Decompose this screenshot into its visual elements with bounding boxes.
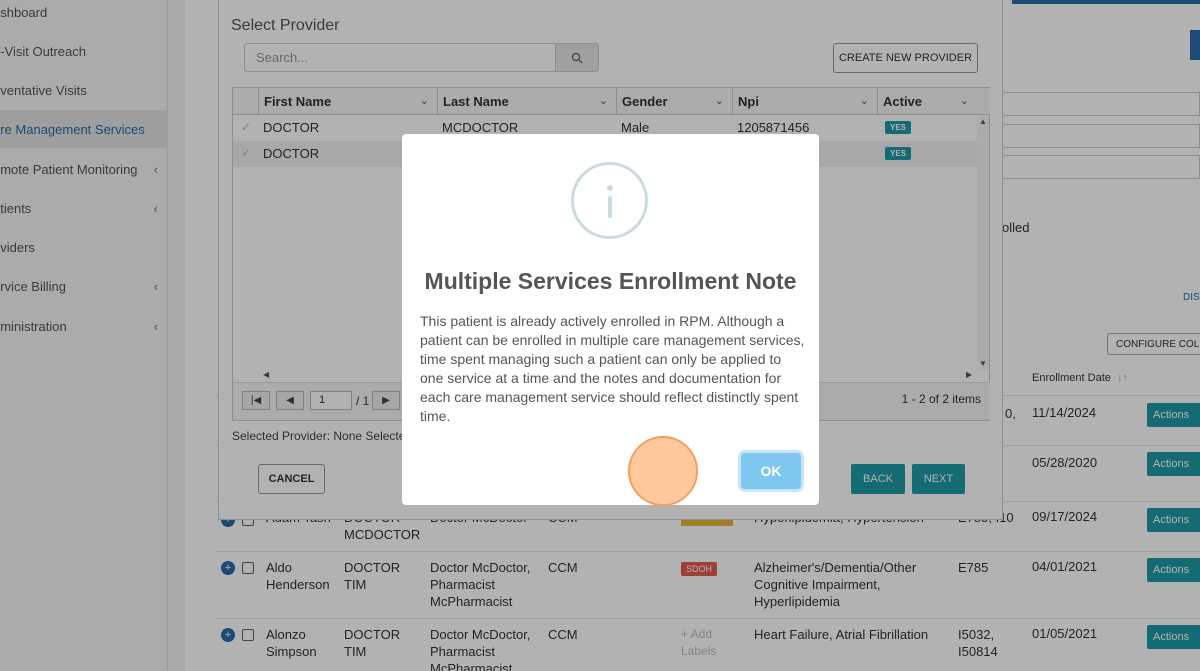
alert-title: Multiple Services Enrollment Note [424,268,797,294]
alert-message: This patient is already actively enrolle… [420,313,805,424]
info-icon [571,162,648,239]
alert-dialog: Multiple Services Enrollment Note This p… [402,134,819,505]
ok-button[interactable]: OK [741,453,801,489]
click-indicator [628,436,698,506]
